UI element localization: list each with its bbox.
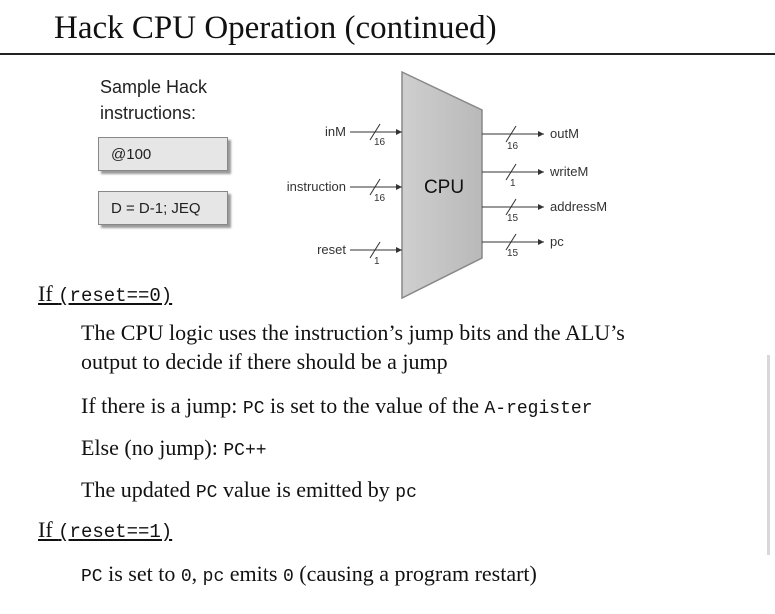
else-pc-increment-code: PC++: [223, 441, 267, 461]
cpu-logic-line2: output to decide if there should be a ju…: [81, 349, 448, 374]
updated-text-a: The updated: [81, 477, 196, 502]
output-outM-bus: 16 outM: [482, 125, 579, 152]
input-reset-width: 1: [374, 256, 380, 267]
sample-label-line2: instructions:: [100, 103, 197, 123]
updated-pc-code: PC: [195, 483, 218, 503]
input-instruction-bus: instruction 16: [287, 178, 402, 204]
reset-line: PC is set to 0, pc emits 0 (causing a pr…: [81, 559, 537, 592]
condition-reset-0: If (reset==0): [38, 281, 172, 307]
cpu-logic-paragraph: The CPU logic uses the instruction’s jum…: [81, 318, 625, 376]
jump-line: If there is a jump: PC is set to the val…: [81, 391, 593, 424]
jump-text-a: If there is a jump:: [81, 393, 243, 418]
output-pc-width: 15: [507, 248, 519, 259]
condition-1-prefix: If: [38, 517, 59, 542]
sample-label-line1: Sample Hack: [100, 77, 208, 97]
updated-pc-line: The updated PC value is emitted by pc: [81, 475, 417, 508]
output-outM-width: 16: [507, 141, 519, 152]
title-divider: [0, 53, 775, 55]
input-reset-bus: reset 1: [317, 241, 402, 267]
updated-text-c: value is emitted by: [217, 477, 396, 502]
condition-0-code: (reset==0): [58, 285, 173, 307]
output-pc-bus: 15 pc: [482, 233, 564, 259]
output-addressM-width: 15: [507, 213, 519, 224]
output-addressM-label: addressM: [550, 199, 607, 214]
cpu-label: CPU: [424, 177, 464, 198]
reset-text-h: (causing a program restart): [293, 561, 537, 586]
instruction-c-text: D = D-1; JEQ: [111, 199, 201, 217]
instruction-a-text: @100: [111, 145, 152, 163]
instruction-box-a: @100: [98, 137, 228, 171]
input-inM-width: 16: [374, 137, 386, 148]
cpu-logic-line1: The CPU logic uses the instruction’s jum…: [81, 320, 625, 345]
else-line: Else (no jump): PC++: [81, 433, 267, 466]
reset-text-b: is set to: [102, 561, 181, 586]
cpu-diagram: CPU inM 16 instruction 16 reset 1 16 out…: [287, 70, 607, 300]
jump-pc-code: PC: [242, 399, 265, 419]
jump-text-c: is set to the value of the: [264, 393, 485, 418]
else-text: Else (no jump):: [81, 435, 224, 460]
reset-text-d: ,: [191, 561, 203, 586]
output-pc-label: pc: [550, 234, 564, 249]
input-inM-bus: inM 16: [325, 123, 402, 148]
input-instruction-label: instruction: [287, 179, 346, 194]
slide-title: Hack CPU Operation (continued): [54, 10, 497, 46]
updated-pc-output-code: pc: [395, 483, 417, 503]
output-writeM-bus: 1 writeM: [482, 163, 588, 189]
reset-pc-output-code: pc: [202, 567, 225, 587]
jump-a-register-code: A-register: [484, 399, 593, 419]
output-writeM-label: writeM: [549, 164, 588, 179]
output-addressM-bus: 15 addressM: [482, 198, 607, 224]
instruction-box-c: D = D-1; JEQ: [98, 191, 228, 225]
reset-zero-code: 0: [180, 567, 192, 587]
input-reset-label: reset: [317, 242, 346, 257]
condition-1-code: (reset==1): [58, 521, 173, 543]
output-outM-label: outM: [550, 126, 579, 141]
output-writeM-width: 1: [510, 178, 516, 189]
condition-0-prefix: If: [38, 281, 59, 306]
input-instruction-width: 16: [374, 193, 386, 204]
reset-zero-output-code: 0: [282, 567, 294, 587]
reset-pc-code: PC: [81, 567, 103, 587]
input-inM-label: inM: [325, 124, 346, 139]
reset-text-f: emits: [224, 561, 283, 586]
sample-instructions-label: Sample Hack instructions:: [100, 74, 207, 126]
scrollbar-track[interactable]: [767, 355, 770, 555]
condition-reset-1: If (reset==1): [38, 517, 172, 543]
